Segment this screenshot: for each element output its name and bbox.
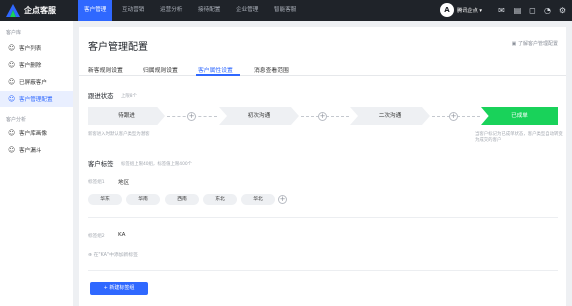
sidebar-item-customer-funnel[interactable]: ☺ 客户漏斗 [0, 142, 73, 158]
sidebar-item-customer-delete[interactable]: ☺ 客户删除 [0, 57, 73, 73]
funnel-icon: ☺ [8, 146, 16, 154]
tag-group-label: 标签组1 [88, 180, 105, 185]
user-icon: ☺ [8, 44, 16, 52]
user-block-icon: ☺ [8, 78, 16, 86]
portrait-icon: ☺ [8, 129, 16, 137]
doc-icon[interactable]: ▤ [513, 6, 522, 15]
follow-note-closed-deal: 当客户标记为已成单状态，客户类型自动转变为成交的客户 [475, 132, 563, 143]
sidebar: 客户库 ☺ 客户列表 ☺ 客户删除 ☺ 已屏蔽客户 ☺ 客户管理配置 客户分析 ☺ 客户库… [0, 21, 73, 306]
add-status-button[interactable]: + [318, 112, 327, 121]
tab-divider [79, 75, 566, 76]
customer-tags-hint: 标签组上限40组，标签值上限400个 [121, 162, 193, 167]
active-tab-indicator [196, 74, 240, 76]
status-step-closed-deal[interactable]: 已成单 [481, 107, 558, 125]
tag-value[interactable]: 华北 [241, 194, 275, 205]
user-config-icon: ☺ [8, 95, 16, 103]
follow-status-title: 跟进状态 [88, 92, 114, 100]
help-link[interactable]: ▣ 了解客户管理配置 [512, 40, 558, 47]
sidebar-section-customer-library: 客户库 [6, 30, 22, 36]
sidebar-item-label: 客户管理配置 [19, 97, 53, 103]
add-tag-in-group-link[interactable]: ⊕ 在"KA"中添加新标签 [88, 251, 138, 258]
add-status-button[interactable]: + [449, 112, 458, 121]
sidebar-item-label: 客户漏斗 [19, 148, 42, 154]
sidebar-item-label: 已屏蔽客户 [19, 80, 47, 86]
tab-ownership-rules[interactable]: 归属规则设置 [143, 65, 178, 74]
page-title: 客户管理配置 [88, 42, 148, 53]
status-step-second-contact[interactable]: 二次沟通 [350, 107, 430, 125]
tag-value[interactable]: 西南 [165, 194, 199, 205]
nav-customer-management[interactable]: 客户管理 [78, 0, 113, 21]
main-content: 客户管理配置 ▣ 了解客户管理配置 新客规则设置 归属规则设置 客户属性设置 消… [79, 27, 566, 306]
bell-icon[interactable]: ◔ [543, 6, 552, 15]
tab-new-customer-rules[interactable]: 新客规则设置 [88, 65, 123, 74]
add-status-button[interactable]: + [187, 112, 196, 121]
user-menu[interactable]: 腾讯企点 ▾ [457, 7, 482, 14]
nav-smart-service[interactable]: 智能客服 [268, 0, 302, 21]
tab-message-scope[interactable]: 消息查看范围 [254, 65, 289, 74]
tag-value[interactable]: 华南 [126, 194, 160, 205]
tag-value[interactable]: 东北 [203, 194, 237, 205]
customer-tags-title: 客户标签 [88, 160, 114, 168]
nav-operation-analysis[interactable]: 运营分析 [154, 0, 188, 21]
brand-name: 企点客服 [24, 6, 56, 15]
tag-group-name[interactable]: 地区 [118, 178, 129, 186]
add-tag-value-button[interactable]: + [278, 195, 287, 204]
status-step-first-contact[interactable]: 初次沟通 [219, 107, 299, 125]
follow-status-hint: 上限8个 [121, 94, 137, 99]
sidebar-item-customer-list[interactable]: ☺ 客户列表 [0, 40, 73, 56]
mail-icon[interactable]: ✉ [497, 6, 506, 15]
sidebar-item-label: 客户列表 [19, 46, 42, 52]
top-bar: 企点客服 客户管理 互动营销 运营分析 接待配置 企业管理 智能客服 A 腾讯企… [0, 0, 572, 21]
sidebar-item-blocked-customers[interactable]: ☺ 已屏蔽客户 [0, 74, 73, 90]
tab-customer-attributes[interactable]: 客户属性设置 [198, 65, 233, 74]
tag-group-divider [88, 270, 558, 271]
tag-group-name[interactable]: KA [118, 232, 125, 238]
add-tag-label: 在"KA"中添加新标签 [93, 253, 138, 258]
tag-value[interactable]: 华东 [88, 194, 122, 205]
chat-icon[interactable]: ◻ [528, 6, 537, 15]
nav-reception-config[interactable]: 接待配置 [192, 0, 226, 21]
user-minus-icon: ☺ [8, 61, 16, 69]
nav-interactive-marketing[interactable]: 互动营销 [116, 0, 150, 21]
help-link-label: 了解客户管理配置 [517, 41, 558, 47]
sidebar-item-customer-portrait[interactable]: ☺ 客户库画像 [0, 125, 73, 141]
new-tag-group-button[interactable]: + 新建标签组 [90, 282, 148, 295]
qidian-logo-icon [6, 4, 20, 17]
avatar[interactable]: A [440, 3, 454, 17]
nav-enterprise-management[interactable]: 企业管理 [230, 0, 264, 21]
tag-group-label: 标签组2 [88, 234, 105, 239]
follow-note-new-customer: 新客进入时默认客户类型为潜客 [88, 132, 150, 137]
status-step-pending[interactable]: 待跟进 [88, 107, 165, 125]
tag-group-divider [88, 217, 558, 218]
sidebar-item-label: 客户库画像 [19, 131, 47, 137]
sidebar-item-label: 客户删除 [19, 63, 42, 69]
sidebar-item-customer-config[interactable]: ☺ 客户管理配置 [0, 91, 73, 107]
sidebar-section-customer-analysis: 客户分析 [6, 117, 27, 123]
settings-icon[interactable]: ⚙ [558, 6, 567, 15]
add-circle-icon: ⊕ [88, 253, 93, 258]
